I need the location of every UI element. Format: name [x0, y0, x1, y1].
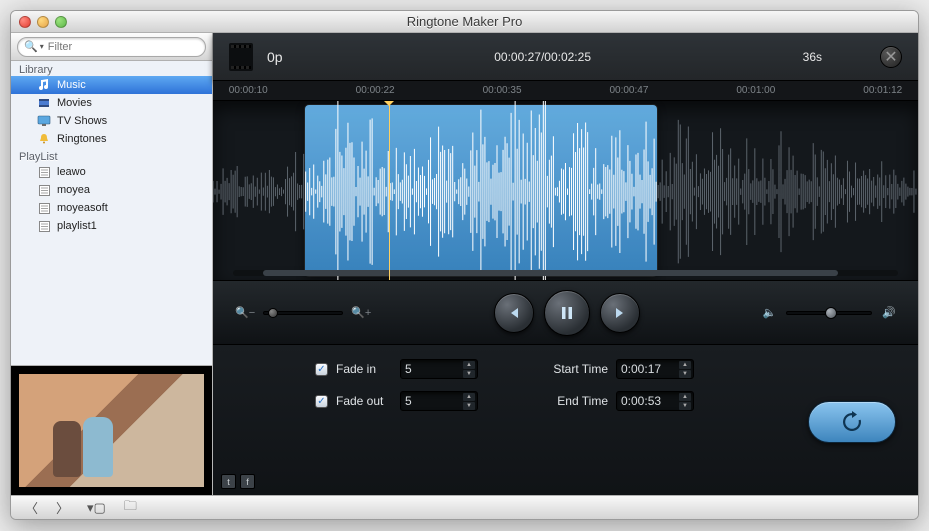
waveform-scrollbar[interactable]: [233, 270, 898, 276]
volume-slider[interactable]: [786, 311, 872, 315]
ruler-tick: 00:01:12: [863, 85, 902, 96]
sidebar: 🔍 ▾ Library Music Movies: [11, 33, 213, 495]
ruler-tick: 00:00:10: [229, 85, 268, 96]
transport-controls: 🔍− 🔍+ 🔈 🔊: [213, 281, 918, 345]
volume-low-icon: 🔈: [763, 306, 777, 319]
tv-icon: [37, 115, 51, 127]
ruler-tick: 00:01:00: [736, 85, 775, 96]
titlebar: Ringtone Maker Pro: [11, 11, 918, 33]
start-time-label: Start Time: [538, 362, 608, 376]
playlist-icon: [37, 202, 51, 214]
video-preview[interactable]: [11, 365, 212, 495]
preview-thumbnail: [19, 374, 204, 487]
start-time-value[interactable]: 0:00:17▲▼: [616, 359, 694, 379]
playlist-icon: [37, 166, 51, 178]
playlist-item[interactable]: moyea: [11, 181, 212, 199]
end-time-value[interactable]: 0:00:53▲▼: [616, 391, 694, 411]
playlist-icon: [37, 220, 51, 232]
editor-panel: 0p 00:00:27/00:02:25 36s ✕ 00:00:10 00:0…: [213, 33, 918, 495]
sidebar-item-music[interactable]: Music: [11, 76, 212, 94]
playlist-item-label: leawo: [57, 166, 86, 178]
folder-button[interactable]: 🗀: [124, 497, 137, 519]
window-title: Ringtone Maker Pro: [11, 14, 918, 29]
search-icon: 🔍: [24, 40, 38, 53]
view-mode-button[interactable]: ▾▢: [87, 500, 106, 516]
bell-icon: [37, 133, 51, 145]
nav-back-button[interactable]: 〈: [25, 498, 38, 517]
stepper-icon[interactable]: ▲▼: [463, 361, 475, 377]
movies-icon: [37, 97, 51, 109]
film-clip-icon: [229, 43, 253, 71]
sidebar-item-tvshows[interactable]: TV Shows: [11, 112, 212, 130]
stepper-icon[interactable]: ▲▼: [463, 393, 475, 409]
time-ruler[interactable]: 00:00:10 00:00:22 00:00:35 00:00:47 00:0…: [213, 81, 918, 101]
zoom-in-icon[interactable]: 🔍+: [351, 306, 371, 319]
stepper-icon[interactable]: ▲▼: [679, 361, 691, 377]
sidebar-item-ringtones[interactable]: Ringtones: [11, 130, 212, 148]
selection-duration: 36s: [803, 50, 822, 64]
sidebar-item-label: Music: [57, 79, 86, 91]
social-links: t f: [221, 474, 255, 489]
playlist-item-label: moyeasoft: [57, 202, 108, 214]
parameters-panel: ✓ Fade in 5▲▼ ✓ Fade out 5▲▼ Start Time …: [213, 345, 918, 495]
ruler-tick: 00:00:47: [609, 85, 648, 96]
playlist-item[interactable]: leawo: [11, 163, 212, 181]
playlist-item[interactable]: playlist1: [11, 217, 212, 235]
twitter-icon[interactable]: t: [221, 474, 236, 489]
playlist-heading: PlayList: [11, 148, 212, 163]
close-editor-button[interactable]: ✕: [880, 46, 902, 68]
zoom-slider[interactable]: [263, 311, 343, 315]
sidebar-item-movies[interactable]: Movies: [11, 94, 212, 112]
refresh-icon: [839, 409, 865, 435]
sidebar-item-label: TV Shows: [57, 115, 107, 127]
music-icon: [37, 79, 51, 91]
playlist-item-label: playlist1: [57, 220, 97, 232]
waveform-svg: [213, 101, 918, 281]
fade-out-label: Fade out: [336, 394, 392, 408]
time-display: 00:00:27/00:02:25: [494, 50, 591, 64]
playlist-list: leawo moyea moyeasoft playlist1: [11, 163, 212, 235]
app-window: Ringtone Maker Pro 🔍 ▾ Library Music: [10, 10, 919, 520]
playhead[interactable]: [389, 101, 390, 280]
ruler-tick: 00:00:22: [356, 85, 395, 96]
play-pause-button[interactable]: [544, 290, 590, 336]
nav-forward-button[interactable]: 〉: [56, 498, 69, 517]
filter-bar: 🔍 ▾: [11, 33, 212, 61]
library-list: Music Movies TV Shows: [11, 76, 212, 148]
facebook-icon[interactable]: f: [240, 474, 255, 489]
end-time-label: End Time: [538, 394, 608, 408]
footer-toolbar: 〈 〉 ▾▢ 🗀: [11, 495, 918, 519]
goto-start-button[interactable]: [494, 293, 534, 333]
zoom-slider-knob[interactable]: [268, 308, 278, 318]
playlist-icon: [37, 184, 51, 196]
fade-out-value[interactable]: 5▲▼: [400, 391, 478, 411]
fade-in-label: Fade in: [336, 362, 392, 376]
fade-out-checkbox[interactable]: ✓: [315, 395, 328, 408]
convert-button[interactable]: [808, 401, 896, 443]
track-label: 0p: [267, 49, 283, 65]
filter-input[interactable]: [48, 41, 199, 53]
scrollbar-thumb[interactable]: [263, 270, 838, 276]
sidebar-item-label: Movies: [57, 97, 92, 109]
waveform-area[interactable]: [213, 101, 918, 281]
volume-high-icon: 🔊: [882, 306, 896, 319]
stepper-icon[interactable]: ▲▼: [679, 393, 691, 409]
zoom-out-icon[interactable]: 🔍−: [235, 306, 255, 319]
goto-end-button[interactable]: [600, 293, 640, 333]
editor-header: 0p 00:00:27/00:02:25 36s ✕: [213, 33, 918, 81]
filter-dropdown-icon[interactable]: ▾: [40, 42, 44, 51]
filter-field[interactable]: 🔍 ▾: [17, 37, 206, 57]
playlist-item-label: moyea: [57, 184, 90, 196]
volume-slider-knob[interactable]: [825, 307, 837, 319]
playlist-item[interactable]: moyeasoft: [11, 199, 212, 217]
library-heading: Library: [11, 61, 212, 76]
ruler-tick: 00:00:35: [483, 85, 522, 96]
sidebar-item-label: Ringtones: [57, 133, 107, 145]
fade-in-checkbox[interactable]: ✓: [315, 363, 328, 376]
fade-in-value[interactable]: 5▲▼: [400, 359, 478, 379]
